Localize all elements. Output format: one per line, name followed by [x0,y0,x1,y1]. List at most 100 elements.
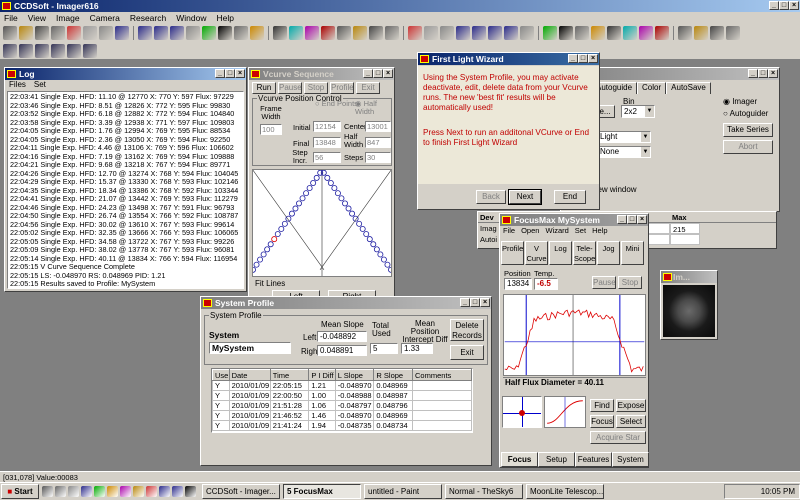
copy-icon[interactable] [83,26,97,40]
end-points-radio[interactable]: ○ End Points [315,100,358,108]
paste-icon[interactable] [353,26,367,40]
open-icon[interactable] [19,26,33,40]
save-icon[interactable] [543,26,557,40]
vcurve-pause-button[interactable]: Pause [278,82,302,94]
wizard-back-button[interactable]: Back [476,190,506,204]
focusmax-pause-button[interactable]: Pause [592,276,616,289]
log-min-button[interactable]: _ [215,69,225,78]
cut-icon[interactable] [67,26,81,40]
copy-icon[interactable] [337,26,351,40]
wizard-close-button[interactable]: × [588,54,598,63]
take-series-button[interactable]: Take Series [723,123,773,137]
open-icon[interactable] [520,26,534,40]
focusmax-menu-wizard[interactable]: Wizard [545,226,568,236]
quick-launch-icon[interactable] [81,486,92,497]
menu-image[interactable]: Image [56,12,80,24]
save-icon[interactable] [289,26,303,40]
radio-autoguider[interactable]: ○ Autoguider [723,109,768,118]
quick-launch-icon[interactable] [146,486,157,497]
quick-launch-icon[interactable] [185,486,196,497]
frame-width-input[interactable]: 100 [260,124,282,135]
profile-col-header[interactable]: Time [269,369,310,381]
profile-col-header[interactable]: P I Diff [308,369,336,381]
vcurve-profile-button[interactable]: Profile [330,82,354,94]
steps-input[interactable]: 30 [365,152,391,163]
up-arrow-icon[interactable] [623,26,637,40]
mpid-field[interactable]: 1.33 [401,343,433,354]
vcurve-min-button[interactable]: _ [363,69,373,78]
camera-tab-autosave[interactable]: AutoSave [666,82,711,94]
find-button[interactable]: Find [590,399,614,412]
profile-col-header[interactable]: Date [228,369,271,381]
menu-camera[interactable]: Camera [90,12,120,24]
wizard-end-button[interactable]: End [554,190,586,204]
paste-icon[interactable] [99,26,113,40]
profile-col-header[interactable]: R Slope [373,369,414,381]
menu-help[interactable]: Help [216,12,233,24]
focusmax-vcurve-button[interactable]: V Curve [525,241,548,265]
quick-launch-icon[interactable] [68,486,79,497]
focusmax-tab-system[interactable]: System [612,452,649,467]
quick-launch-icon[interactable] [159,486,170,497]
profile-col-header[interactable]: Use [212,369,230,381]
quick-launch-icon[interactable] [133,486,144,497]
quick-launch-icon[interactable] [120,486,131,497]
left-arrow-icon[interactable] [655,26,669,40]
delete-records-button[interactable]: Delete Records [450,319,484,341]
focusmax-stop-button[interactable]: Stop [618,276,642,289]
profile-table-row[interactable]: Y 2010/01/09 22:00:50 1.00 -0.048988 0.048987 [212,390,472,401]
profile-close-button[interactable]: × [480,298,490,307]
initial-input[interactable]: 12154 [313,121,341,132]
up-arrow-icon[interactable] [115,26,129,40]
bin-select[interactable]: 2x2 ▼ [621,105,655,118]
focusmax-tab-focus[interactable]: Focus [501,452,538,467]
profile-table-row[interactable]: Y 2010/01/09 21:51:28 1.06 -0.048797 0.048796 [212,400,472,411]
profile-max-button[interactable]: □ [470,298,480,307]
down-arrow-icon[interactable] [385,26,399,40]
profile-exit-button[interactable]: Exit [450,345,484,360]
vcurve-stop-button[interactable]: Stop [304,82,328,94]
half-width-input[interactable]: 847 [365,137,391,148]
focusmax-menu-help[interactable]: Help [592,226,607,236]
log-max-button[interactable]: □ [225,69,235,78]
taskbar-item[interactable]: untitled - Paint [364,484,442,499]
wizard-max-button[interactable]: □ [578,54,588,63]
new-icon[interactable] [250,26,264,40]
wizard-next-button[interactable]: Next [508,189,542,205]
maximize-button[interactable]: □ [779,1,789,10]
focusmax-close-button[interactable]: × [637,215,647,224]
new-icon[interactable] [504,26,518,40]
profile-min-button[interactable]: _ [460,298,470,307]
start-button[interactable]: ■ Start [1,484,39,499]
left-arrow-icon[interactable] [408,26,422,40]
focusmax-jog-button[interactable]: Jog [597,241,620,265]
right-arrow-icon[interactable] [424,26,438,40]
vcurve-max-button[interactable]: □ [373,69,383,78]
up-arrow-icon[interactable] [369,26,383,40]
wizard-min-button[interactable]: _ [568,54,578,63]
log-close-button[interactable]: × [235,69,245,78]
zoom-in-icon[interactable] [67,44,81,58]
settings-icon[interactable] [488,26,502,40]
profile-col-header[interactable]: Comments [412,369,472,381]
focusmax-menu-file[interactable]: File [503,226,515,236]
quick-launch-icon[interactable] [107,486,118,497]
menu-view[interactable]: View [28,12,46,24]
print-icon[interactable] [559,26,573,40]
copy-icon[interactable] [591,26,605,40]
minimize-button[interactable]: _ [769,1,779,10]
filter-select[interactable]: None ▼ [597,146,651,158]
profile-table-row[interactable]: Y 2010/01/09 21:46:52 1.46 -0.048970 0.048969 [212,410,472,421]
focusmax-tab-features[interactable]: Features [575,452,612,467]
crosshair-icon[interactable] [440,26,454,40]
system-name-field[interactable]: MySystem [209,342,291,354]
log-list[interactable]: 22:03:41 Single Exp. HFD: 11.10 @ 12770 … [7,91,244,289]
taskbar-item[interactable]: 5 FocusMax [283,484,361,499]
menu-file[interactable]: File [4,12,18,24]
quick-launch-icon[interactable] [55,486,66,497]
select-button[interactable]: Select [616,415,646,428]
focusmax-min-button[interactable]: _ [617,215,627,224]
cut-icon[interactable] [321,26,335,40]
profile-table-row[interactable]: Y 2010/01/09 21:41:24 1.94 -0.048735 0.048734 [212,420,472,431]
step-input[interactable]: 56 [313,152,341,163]
